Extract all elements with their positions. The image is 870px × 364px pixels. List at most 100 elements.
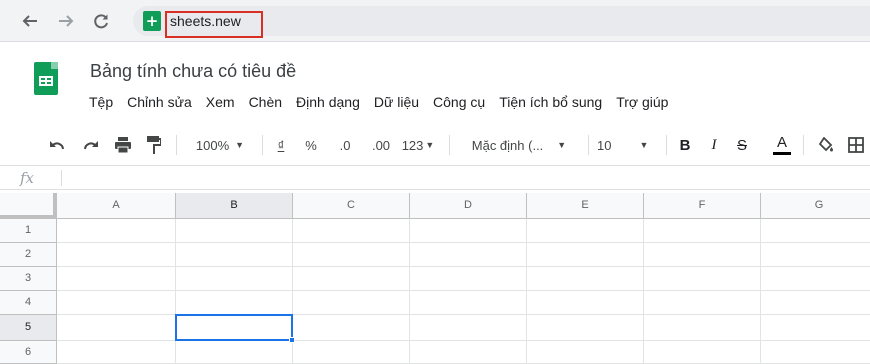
grid-cell[interactable]	[293, 341, 410, 364]
forward-button[interactable]	[54, 9, 78, 33]
sheets-logo-icon[interactable]	[34, 62, 58, 95]
grid-cell[interactable]	[644, 291, 761, 315]
column-header[interactable]: E	[527, 193, 644, 219]
grid-cell[interactable]	[410, 243, 527, 267]
active-cell-border[interactable]	[175, 314, 293, 341]
toolbar-separator	[666, 135, 667, 155]
row-header[interactable]: 1	[0, 219, 57, 243]
zoom-select[interactable]: 100% ▼	[185, 128, 255, 162]
zoom-value: 100%	[195, 137, 230, 153]
grid-cell[interactable]	[410, 219, 527, 243]
grid-cell[interactable]	[293, 219, 410, 243]
grid-cell[interactable]	[293, 267, 410, 291]
print-icon	[115, 137, 131, 153]
menu-tools[interactable]: Công cụ	[426, 92, 492, 112]
font-family-select[interactable]: Mặc định (... ▼	[458, 128, 580, 162]
print-button[interactable]	[110, 128, 136, 162]
increase-decimal-button[interactable]: .00	[365, 128, 397, 162]
grid-cell[interactable]	[527, 219, 644, 243]
fill-color-button[interactable]	[815, 128, 837, 162]
text-color-button[interactable]: A	[770, 128, 794, 162]
column-header[interactable]: C	[293, 193, 410, 219]
column-header[interactable]: B	[176, 193, 293, 219]
grid-cell[interactable]	[527, 341, 644, 364]
grid-cell[interactable]	[176, 291, 293, 315]
grid-cell[interactable]	[293, 291, 410, 315]
menu-data[interactable]: Dữ liệu	[367, 92, 426, 112]
grid-cell[interactable]	[57, 267, 176, 291]
grid-cell[interactable]	[176, 341, 293, 364]
formula-input[interactable]	[70, 166, 860, 189]
grid-cell[interactable]	[410, 291, 527, 315]
undo-button[interactable]	[44, 128, 70, 162]
grid-cell[interactable]	[761, 243, 870, 267]
more-formats-button[interactable]: 123 ▼	[398, 128, 438, 162]
grid-cell[interactable]	[293, 243, 410, 267]
menu-view[interactable]: Xem	[199, 92, 242, 112]
reload-button[interactable]	[89, 9, 113, 33]
menu-insert[interactable]: Chèn	[242, 92, 289, 112]
decrease-decimal-label: .0	[339, 137, 351, 153]
decrease-decimal-button[interactable]: .0	[330, 128, 360, 162]
document-title[interactable]: Bảng tính chưa có tiêu đề	[90, 60, 296, 82]
grid-cell[interactable]	[57, 341, 176, 364]
toolbar-separator	[449, 135, 450, 155]
grid-cell[interactable]	[761, 291, 870, 315]
menu-edit[interactable]: Chỉnh sửa	[120, 92, 199, 112]
column-header[interactable]: F	[644, 193, 761, 219]
grid-cell[interactable]	[410, 341, 527, 364]
grid-cell[interactable]	[527, 243, 644, 267]
font-size-select[interactable]: 10 ▼	[593, 128, 663, 162]
grid-cell[interactable]	[527, 267, 644, 291]
grid-cell[interactable]	[410, 315, 527, 341]
menu-addons[interactable]: Tiện ích bổ sung	[492, 92, 609, 112]
grid-cell[interactable]	[527, 315, 644, 341]
paint-bucket-icon	[818, 137, 833, 152]
back-button[interactable]	[18, 9, 42, 33]
column-header[interactable]: A	[57, 193, 176, 219]
row-header[interactable]: 2	[0, 243, 57, 267]
grid-cell[interactable]	[761, 315, 870, 341]
grid-cell[interactable]	[761, 219, 870, 243]
italic-button[interactable]: I	[703, 128, 725, 162]
grid-cell[interactable]	[644, 219, 761, 243]
strikethrough-button[interactable]: S	[731, 128, 753, 162]
grid-cell[interactable]	[644, 243, 761, 267]
row-header[interactable]: 3	[0, 267, 57, 291]
fill-handle[interactable]	[289, 337, 295, 343]
paint-format-button[interactable]	[141, 128, 167, 162]
font-family-value: Mặc định (...	[471, 137, 544, 153]
row-header[interactable]: 6	[0, 341, 57, 364]
borders-button[interactable]	[848, 128, 870, 162]
grid-cell[interactable]	[761, 267, 870, 291]
bold-button[interactable]: B	[674, 128, 696, 162]
redo-button[interactable]	[78, 128, 104, 162]
column-header[interactable]: G	[761, 193, 870, 219]
percent-format-button[interactable]: %	[300, 128, 322, 162]
grid-cell[interactable]	[57, 291, 176, 315]
grid-cell[interactable]	[57, 219, 176, 243]
grid-cell[interactable]	[644, 267, 761, 291]
grid-cell[interactable]	[57, 315, 176, 341]
currency-format-button[interactable]: ₫	[270, 128, 292, 162]
grid-cell[interactable]	[176, 219, 293, 243]
font-size-value: 10	[597, 137, 612, 153]
caret-down-icon: ▼	[557, 140, 567, 150]
row-header[interactable]: 4	[0, 291, 57, 315]
grid-cell[interactable]	[293, 315, 410, 341]
column-header[interactable]: D	[410, 193, 527, 219]
grid-cell[interactable]	[527, 291, 644, 315]
row-header[interactable]: 5	[0, 315, 57, 341]
grid-cell[interactable]	[410, 267, 527, 291]
grid-cell[interactable]	[761, 341, 870, 364]
spreadsheet-grid[interactable]: A B C D E F G 1 2 3 4 5 6	[0, 193, 870, 364]
select-all-corner[interactable]	[0, 193, 57, 219]
grid-cell[interactable]	[176, 267, 293, 291]
grid-cell[interactable]	[644, 341, 761, 364]
menu-format[interactable]: Định dạng	[289, 92, 367, 112]
menu-help[interactable]: Trợ giúp	[609, 92, 675, 112]
grid-cell[interactable]	[176, 243, 293, 267]
grid-cell[interactable]	[644, 315, 761, 341]
grid-cell[interactable]	[57, 243, 176, 267]
menu-file[interactable]: Tệp	[82, 92, 120, 112]
